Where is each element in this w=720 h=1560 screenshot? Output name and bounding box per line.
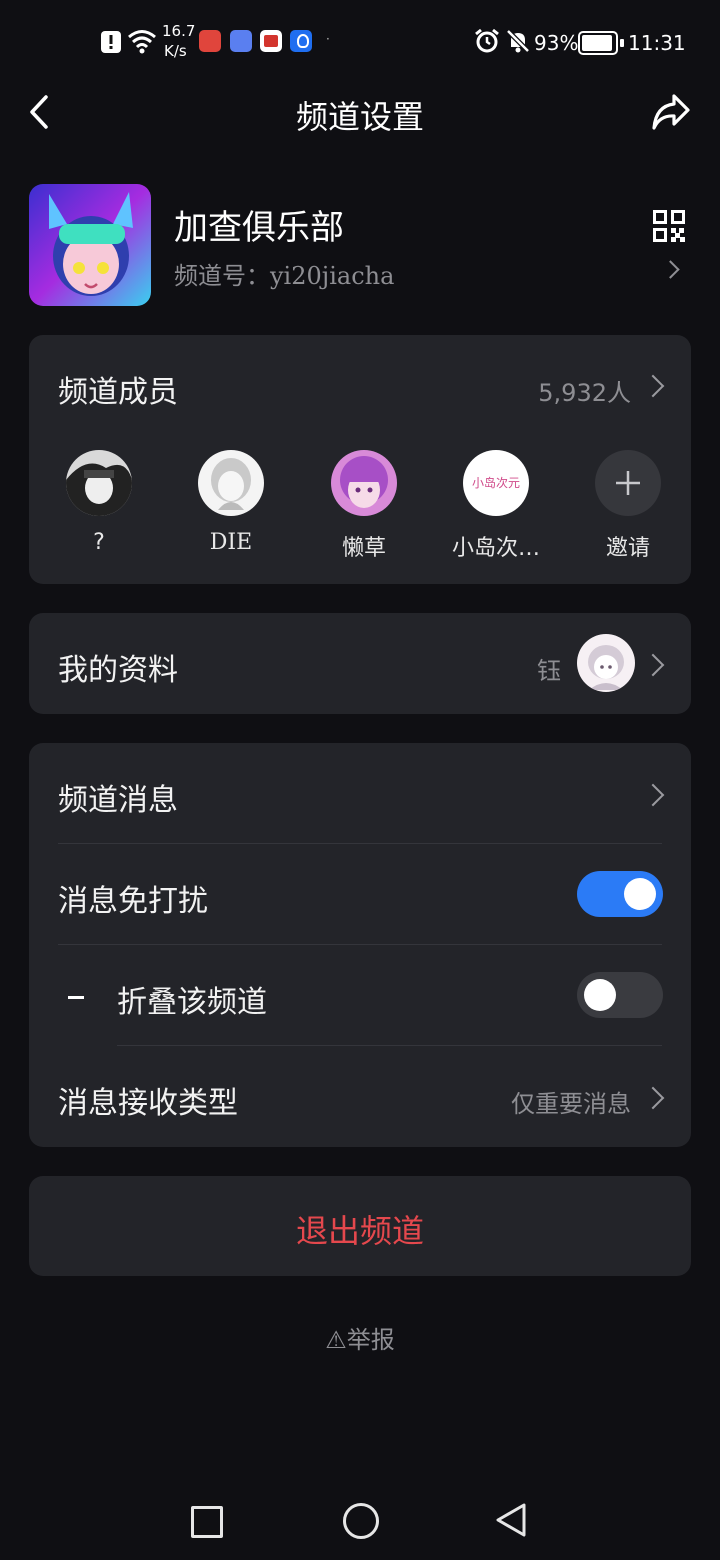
member-avatar-text: 小岛次元 <box>471 476 520 490</box>
page-title: 频道设置 <box>295 98 424 136</box>
qr-code-icon[interactable] <box>653 210 685 242</box>
invite-button[interactable]: 邀请 <box>563 450 693 562</box>
huawei-app-icon <box>199 30 221 52</box>
fold-channel-label: 折叠该频道 <box>117 985 267 1020</box>
channel-id: 频道号：yi20jiacha <box>174 262 395 290</box>
my-profile-row[interactable]: 我的资料 钰 <box>29 613 691 714</box>
alarm-icon <box>475 28 499 53</box>
net-speed-value: 16.7 <box>162 22 196 40</box>
battery-percent: 93% <box>534 31 579 55</box>
my-avatar <box>577 634 635 692</box>
my-profile-label: 我的资料 <box>58 653 178 688</box>
member-name: 小岛次… <box>451 536 540 561</box>
receive-type-row[interactable]: 消息接收类型 仅重要消息 <box>29 1046 691 1146</box>
fold-channel-toggle[interactable] <box>577 972 663 1018</box>
toggle-knob <box>624 878 656 910</box>
members-label: 频道成员 <box>58 375 178 410</box>
reader-app-icon <box>260 30 282 52</box>
sub-item-dash-icon <box>68 996 84 999</box>
my-nickname: 钰 <box>537 657 561 685</box>
nav-back-button[interactable] <box>494 1502 528 1538</box>
channel-name: 加查俱乐部 <box>174 208 344 248</box>
plus-icon <box>616 471 640 495</box>
dnd-label: 消息免打扰 <box>58 884 208 919</box>
alert-icon <box>101 31 121 53</box>
fold-channel-row: 折叠该频道 <box>29 945 691 1045</box>
nav-home-button[interactable] <box>343 1503 379 1539</box>
toggle-knob <box>584 979 616 1011</box>
net-speed-unit: K/s <box>164 42 187 60</box>
exit-channel-button[interactable]: 退出频道 <box>29 1176 691 1276</box>
member-name: 懒草 <box>341 536 386 561</box>
member-item[interactable]: 懒草 <box>299 450 429 562</box>
channel-avatar[interactable] <box>29 184 151 306</box>
dnd-toggle[interactable] <box>577 871 663 917</box>
share-icon[interactable] <box>650 92 692 132</box>
member-name: DIE <box>209 530 253 555</box>
clock: 11:31 <box>628 31 686 55</box>
report-link[interactable]: ⚠举报 <box>0 1320 720 1355</box>
receive-type-label: 消息接收类型 <box>58 1086 238 1121</box>
my-profile-chevron-icon[interactable] <box>641 653 665 677</box>
channel-messages-label: 频道消息 <box>58 783 178 818</box>
invite-label: 邀请 <box>605 536 650 561</box>
receive-type-value: 仅重要消息 <box>511 1090 631 1118</box>
channel-messages-chevron-icon[interactable] <box>641 783 665 807</box>
wifi-icon <box>128 30 156 54</box>
member-item[interactable]: DIE <box>166 450 296 555</box>
nav-square-button[interactable] <box>191 1506 223 1538</box>
member-item[interactable]: ? <box>34 450 164 555</box>
exit-channel-label: 退出频道 <box>295 1212 424 1250</box>
member-name: ? <box>93 530 105 555</box>
channel-detail-chevron-icon[interactable] <box>661 260 680 279</box>
member-item[interactable]: 小岛次元 小岛次… <box>431 450 561 562</box>
invite-circle <box>595 450 661 516</box>
member-avatar <box>198 450 264 516</box>
member-avatar <box>66 450 132 516</box>
music-app-icon <box>230 30 252 52</box>
status-bar: 16.7 K/s · 93% 11:31 <box>0 0 720 84</box>
members-count[interactable]: 5,932人 <box>538 373 631 408</box>
mute-bell-icon <box>506 29 530 53</box>
member-avatar <box>331 450 397 516</box>
receive-type-chevron-icon[interactable] <box>641 1086 665 1110</box>
settings-card: 频道消息 消息免打扰 折叠该频道 消息接收类型 仅重要消息 <box>29 743 691 1147</box>
member-avatar: 小岛次元 <box>463 450 529 516</box>
tips-app-icon <box>290 30 312 52</box>
battery-icon <box>578 31 624 55</box>
dnd-row: 消息免打扰 <box>29 844 691 944</box>
members-chevron-icon[interactable] <box>641 374 665 398</box>
channel-messages-row[interactable]: 频道消息 <box>29 743 691 843</box>
dot-icon: · <box>326 32 330 46</box>
